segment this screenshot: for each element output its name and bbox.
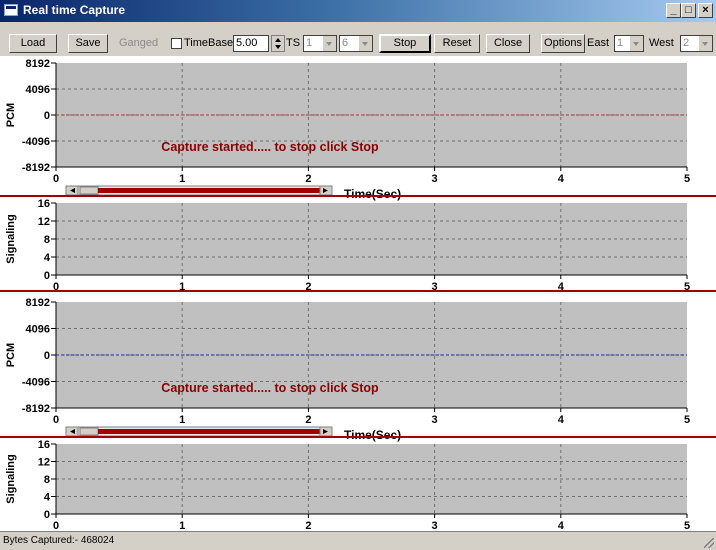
resize-grip[interactable] xyxy=(704,538,714,548)
scrollbar-thumb xyxy=(79,186,99,195)
panel-separator xyxy=(0,436,716,438)
x-tick-label: 3 xyxy=(432,520,438,531)
y-tick-label: -8192 xyxy=(22,162,50,174)
reset-button[interactable]: Reset xyxy=(434,34,480,53)
chevron-down-icon xyxy=(322,36,336,51)
options-button[interactable]: Options xyxy=(541,34,585,53)
y-tick-label: -8192 xyxy=(22,403,50,415)
x-tick-label: 0 xyxy=(53,173,59,185)
x-tick-label: 1 xyxy=(179,520,185,531)
panel-separator xyxy=(0,290,716,292)
x-tick-label: 0 xyxy=(53,414,59,426)
y-tick-label: 0 xyxy=(44,110,50,122)
toolbar: Load Save Ganged TimeBase 5.00 TS 1 6 St… xyxy=(0,22,716,56)
y-axis-label: Signaling xyxy=(5,454,17,504)
x-tick-label: 2 xyxy=(305,414,311,426)
y-tick-label: 12 xyxy=(38,216,50,228)
ts-select-2[interactable]: 6 xyxy=(339,35,373,52)
window-title: Real time Capture xyxy=(23,3,126,17)
chart-panel-1: 819240960-4096-81920 1 2 3 4 5PCMCapture star… xyxy=(5,58,690,201)
y-axis-label: Signaling xyxy=(5,214,17,264)
capture-charts: 819240960-4096-81920 1 2 3 4 5PCMCapture star… xyxy=(5,58,690,532)
timebase-label: TimeBase xyxy=(184,37,234,49)
y-tick-label: 12 xyxy=(38,457,50,469)
time-scrollbar[interactable] xyxy=(65,185,333,196)
scrollbar-range xyxy=(98,188,320,193)
y-tick-label: 4 xyxy=(44,252,51,264)
x-tick-label: 1 xyxy=(179,414,185,426)
status-bar: Bytes Captured:- 468024 xyxy=(0,531,716,550)
x-tick-label: 0 xyxy=(53,520,59,531)
y-tick-label: 8 xyxy=(44,474,50,486)
west-select[interactable]: 2 xyxy=(680,35,713,52)
y-tick-label: 8 xyxy=(44,234,50,246)
y-tick-label: 4096 xyxy=(26,84,50,96)
y-axis-label: PCM xyxy=(5,103,17,127)
chevron-down-icon xyxy=(629,36,643,51)
x-tick-label: 5 xyxy=(684,414,690,426)
chevron-down-icon xyxy=(358,36,372,51)
ts-select-1-value: 1 xyxy=(306,37,313,49)
ts-select-2-value: 6 xyxy=(342,37,349,49)
y-tick-label: 16 xyxy=(38,439,50,451)
timebase-input[interactable]: 5.00 xyxy=(233,35,269,52)
ganged-label: Ganged xyxy=(119,37,159,49)
x-tick-label: 3 xyxy=(432,414,438,426)
timebase-checkbox[interactable] xyxy=(171,38,182,49)
y-tick-label: -4096 xyxy=(22,377,50,389)
capture-status-message: Capture started..... to stop click Stop xyxy=(161,140,379,154)
close-window-button[interactable]: × xyxy=(698,3,713,18)
scrollbar-thumb xyxy=(79,427,99,436)
y-tick-label: 4096 xyxy=(26,324,50,336)
ts-select-1[interactable]: 1 xyxy=(303,35,337,52)
save-button[interactable]: Save xyxy=(68,34,108,53)
east-select[interactable]: 1 xyxy=(614,35,644,52)
x-tick-label: 5 xyxy=(684,520,690,531)
y-tick-label: 4 xyxy=(44,492,51,504)
bytes-captured-status: Bytes Captured:- 468024 xyxy=(3,535,115,546)
chart-panel-4: 16128400 1 2 3 4 5Signaling xyxy=(5,439,690,532)
y-tick-label: 0 xyxy=(44,509,50,521)
east-label: East xyxy=(587,37,610,49)
x-tick-label: 4 xyxy=(558,414,565,426)
x-axis-label: Time(Sec) xyxy=(344,187,401,201)
y-tick-label: 0 xyxy=(44,350,50,362)
title-bar[interactable]: Real time Capture _ □ × xyxy=(0,0,716,22)
chart-panel-3: 819240960-4096-81920 1 2 3 4 5PCMCapture star… xyxy=(5,297,690,442)
x-tick-label: 2 xyxy=(305,520,311,531)
y-axis-label: PCM xyxy=(5,343,17,367)
capture-status-message: Capture started..... to stop click Stop xyxy=(161,381,379,395)
maximize-button[interactable]: □ xyxy=(681,3,696,18)
x-tick-label: 1 xyxy=(179,173,185,185)
load-button[interactable]: Load xyxy=(9,34,57,53)
stop-button[interactable]: Stop xyxy=(379,34,431,53)
x-axis-label: Time(Sec) xyxy=(344,428,401,442)
chart-panel-2: 16128400 1 2 3 4 5Signaling xyxy=(5,198,690,293)
y-tick-label: -4096 xyxy=(22,136,50,148)
y-tick-label: 16 xyxy=(38,198,50,210)
close-button[interactable]: Close xyxy=(486,34,530,53)
x-tick-label: 5 xyxy=(684,173,690,185)
real-time-capture-window: Real time Capture _ □ × Load Save Ganged… xyxy=(0,0,716,550)
scrollbar-range xyxy=(98,429,320,434)
time-scrollbar[interactable] xyxy=(65,426,333,437)
x-tick-label: 2 xyxy=(305,173,311,185)
minimize-button[interactable]: _ xyxy=(666,3,681,18)
y-tick-label: 8192 xyxy=(26,58,50,70)
west-label: West xyxy=(649,37,674,49)
x-tick-label: 3 xyxy=(432,173,438,185)
y-tick-label: 8192 xyxy=(26,297,50,309)
ts-label: TS xyxy=(286,37,301,49)
chevron-down-icon xyxy=(698,36,712,51)
x-tick-label: 4 xyxy=(558,520,565,531)
timebase-spinner[interactable] xyxy=(271,35,285,52)
west-select-value: 2 xyxy=(683,37,690,49)
chart-area: 8192 4096 0 -4096 -8192 0 1 2 3 4 5 PCM Capture star… xyxy=(0,56,716,532)
panel-separator xyxy=(0,195,716,197)
y-tick-label: 0 xyxy=(44,270,50,282)
x-tick-label: 4 xyxy=(558,173,565,185)
east-select-value: 1 xyxy=(617,37,624,49)
window-icon xyxy=(4,4,18,16)
